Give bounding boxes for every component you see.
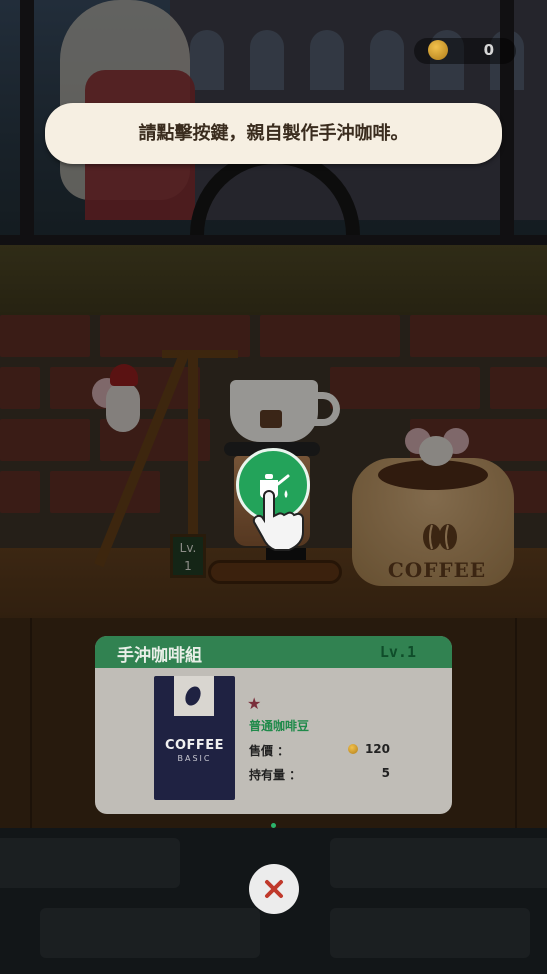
coffee-package-name: COFFEE bbox=[164, 738, 225, 753]
close-button[interactable] bbox=[249, 864, 299, 914]
price-value: 120 bbox=[364, 742, 390, 756]
tap-hand-icon bbox=[252, 490, 304, 551]
coffee-package-badge bbox=[174, 676, 214, 716]
close-icon bbox=[265, 880, 283, 898]
coin-icon bbox=[348, 744, 358, 754]
tutorial-tip-bubble: 請點擊按鍵，親自製作手沖咖啡。 bbox=[45, 103, 502, 164]
coffee-package: COFFEE BASIC bbox=[154, 676, 235, 800]
owned-label: 持有量 ： bbox=[249, 768, 302, 782]
coin-count: 0 bbox=[483, 41, 494, 59]
equipment-card: 手沖咖啡組 Lv.1 COFFEE BASIC ★ 普通咖啡豆 售價 ： 120… bbox=[95, 636, 452, 814]
owned-value: 5 bbox=[381, 766, 390, 780]
card-title: 手沖咖啡組 bbox=[117, 646, 202, 666]
rarity-star-icon: ★ bbox=[247, 694, 262, 713]
page-indicator-dot bbox=[271, 823, 276, 828]
bean-name: 普通咖啡豆 bbox=[249, 719, 310, 733]
coin-icon bbox=[428, 40, 448, 60]
coffee-package-sub: BASIC bbox=[177, 754, 212, 763]
coffee-bean-icon bbox=[182, 683, 204, 709]
card-header: 手沖咖啡組 Lv.1 bbox=[95, 636, 452, 668]
coin-counter: 0 bbox=[414, 38, 516, 64]
tutorial-tip-text: 請點擊按鍵，親自製作手沖咖啡。 bbox=[138, 123, 409, 144]
card-level: Lv.1 bbox=[379, 643, 416, 661]
price-label: 售價 ： bbox=[249, 744, 290, 758]
